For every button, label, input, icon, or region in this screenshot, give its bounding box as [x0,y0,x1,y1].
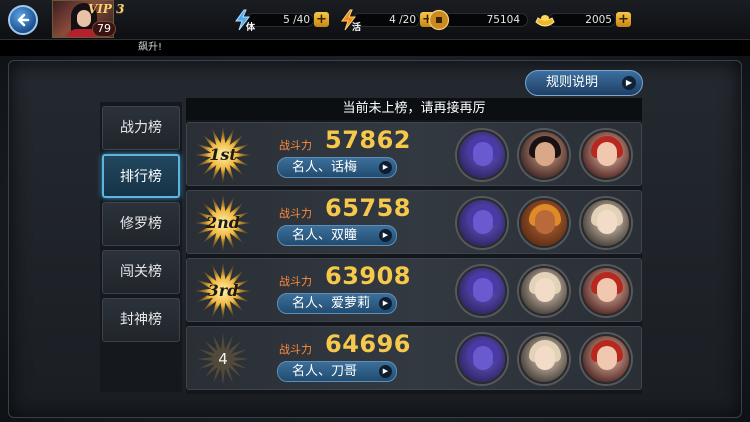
add-ingots-button[interactable]: + [616,12,631,27]
ingots-resource: 2005 + [534,9,634,31]
rank-label: 1st [209,145,237,164]
hero-portrait-redgirl[interactable] [581,130,631,180]
coins-value: 75104 [486,14,520,26]
ranking-row[interactable]: 3rd 战斗力 63908 名人、爱萝莉 ▶ [186,258,642,322]
ranking-row[interactable]: 1st 战斗力 57862 名人、话梅 ▶ [186,122,642,186]
power-label: 战斗力 [279,275,312,288]
coin-icon [428,9,450,31]
rules-button[interactable]: 规则说明 ▶ [525,70,643,96]
scrolling-notice: 飙升! [0,40,750,56]
ingots-value: 2005 [585,14,612,26]
stamina-value: 5 /40 [283,14,310,26]
ranking-row[interactable]: 4 战斗力 64696 名人、刀哥 ▶ [186,326,642,390]
rank-label: 4 [218,350,228,368]
ranking-tabs: 战力榜 排行榜 修罗榜 闯关榜 封神榜 [100,102,182,392]
back-button[interactable] [8,5,38,35]
power-value: 57862 [325,126,411,154]
stamina-resource: 体 5 /40 + [232,9,332,33]
tab-leaderboard[interactable]: 排行榜 [102,154,180,198]
coins-resource: 75104 [428,9,528,31]
player-name: 名人、话梅 [292,160,358,175]
play-arrow-icon: ▶ [379,365,392,378]
tab-deity[interactable]: 封神榜 [102,298,180,342]
player-name-button[interactable]: 名人、刀哥 ▶ [277,361,397,382]
power-value: 63908 [325,262,411,290]
my-rank-status: 当前未上榜，请再接再厉 [186,98,642,120]
vip-badge: VIP 3 [88,2,125,16]
player-name-button[interactable]: 名人、双瞳 ▶ [277,225,397,246]
rank-label: 2nd [206,213,240,232]
ranking-list: 当前未上榜，请再接再厉 1st 战斗力 57862 名人、话梅 ▶ 2nd 战斗力 65758… [186,98,642,394]
player-name: 名人、刀哥 [292,364,358,379]
hero-portrait-blonde[interactable] [519,334,569,384]
gold-ingot-icon [535,15,555,27]
rules-button-label: 规则说明 [546,75,599,90]
play-arrow-icon: ▶ [379,229,392,242]
player-name: 名人、爱萝莉 [292,296,371,311]
hero-portrait-redgirl[interactable] [581,334,631,384]
tab-stages[interactable]: 闯关榜 [102,250,180,294]
add-stamina-button[interactable]: + [314,12,329,27]
energy-value: 4 /20 [389,14,416,26]
power-value: 64696 [325,330,411,358]
rank-label: 3rd [207,281,239,300]
play-arrow-icon: ▶ [622,76,636,90]
rank-badge: 4 [193,329,253,389]
energy-resource: 活 4 /20 + [338,9,438,33]
hero-portrait-beast[interactable] [519,198,569,248]
player-name-button[interactable]: 名人、话梅 ▶ [277,157,397,178]
tab-asura[interactable]: 修罗榜 [102,202,180,246]
tab-combat-power[interactable]: 战力榜 [102,106,180,150]
game-screen: VIP 3 79 体 5 /40 + 活 4 /20 + 75104 2005 … [0,0,750,422]
play-arrow-icon: ▶ [379,297,392,310]
rank-badge: 1st [193,125,253,185]
player-level: 79 [92,21,116,37]
arrow-left-icon [17,13,30,27]
hero-portrait-demon[interactable] [457,130,507,180]
hero-portrait-demon[interactable] [457,266,507,316]
power-value: 65758 [325,194,411,222]
power-label: 战斗力 [279,139,312,152]
power-label: 战斗力 [279,343,312,356]
hero-portrait-redgirl[interactable] [581,266,631,316]
rank-badge: 2nd [193,193,253,253]
power-label: 战斗力 [279,207,312,220]
ranking-row[interactable]: 2nd 战斗力 65758 名人、双瞳 ▶ [186,190,642,254]
player-name-button[interactable]: 名人、爱萝莉 ▶ [277,293,397,314]
hero-portrait-demon[interactable] [457,198,507,248]
hero-portrait-warrior[interactable] [519,130,569,180]
hero-portrait-demon[interactable] [457,334,507,384]
player-name: 名人、双瞳 [292,228,358,243]
play-arrow-icon: ▶ [379,161,392,174]
hero-portrait-blonde[interactable] [519,266,569,316]
hero-portrait-blonde[interactable] [581,198,631,248]
rank-badge: 3rd [193,261,253,321]
top-bar: VIP 3 79 体 5 /40 + 活 4 /20 + 75104 2005 … [0,0,750,40]
